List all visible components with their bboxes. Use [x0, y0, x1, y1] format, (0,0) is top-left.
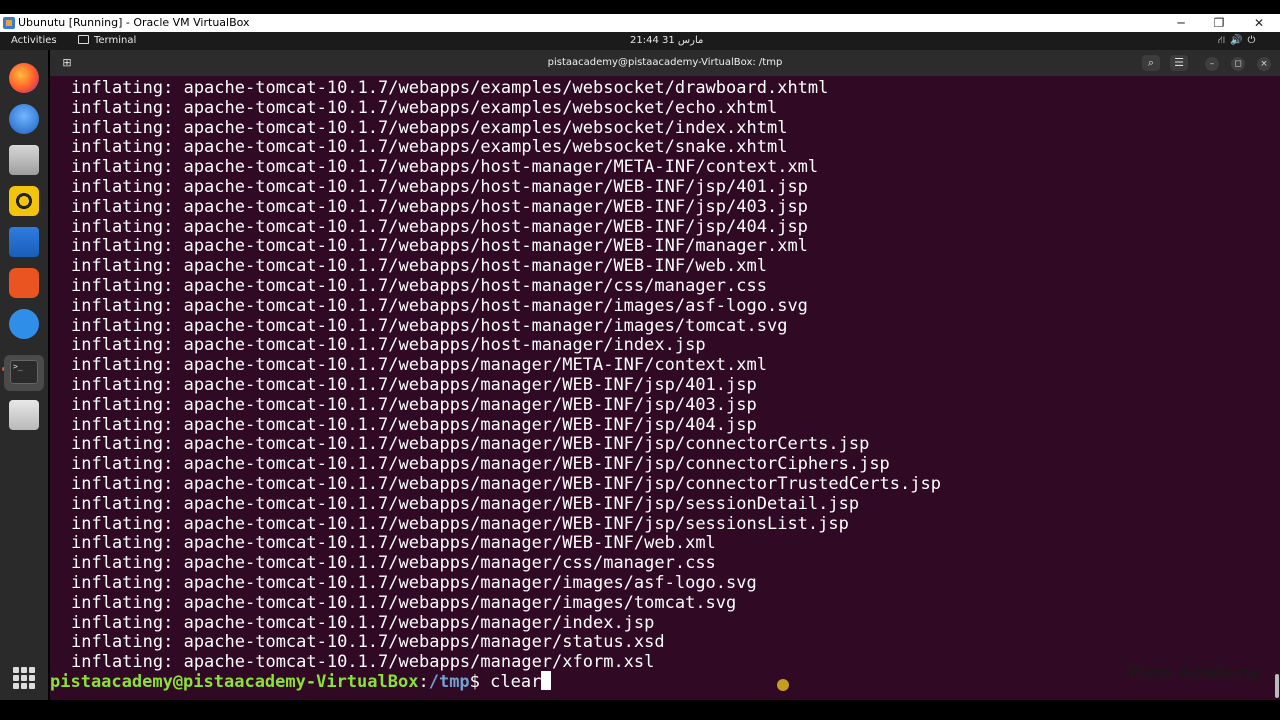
output-line: inflating: apache-tomcat-10.1.7/webapps/…: [71, 236, 808, 257]
prompt-user: pistaacademy@pistaacademy-VirtualBox: [50, 672, 419, 692]
output-line: inflating: apache-tomcat-10.1.7/webapps/…: [71, 414, 757, 435]
scrollbar[interactable]: [1275, 674, 1279, 698]
minimize-icon[interactable]: –: [1205, 57, 1219, 71]
menu-icon[interactable]: ☰: [1170, 55, 1188, 71]
output-line: inflating: apache-tomcat-10.1.7/webapps/…: [71, 315, 788, 336]
terminal-output[interactable]: inflating: apache-tomcat-10.1.7/webapps/…: [50, 76, 1280, 700]
output-line: inflating: apache-tomcat-10.1.7/webapps/…: [71, 592, 737, 613]
output-line: inflating: apache-tomcat-10.1.7/webapps/…: [71, 473, 941, 494]
close-icon[interactable]: ×: [1257, 57, 1271, 71]
mouse-pointer-highlight: [777, 679, 789, 691]
output-line: inflating: apache-tomcat-10.1.7/webapps/…: [71, 493, 860, 514]
output-line: inflating: apache-tomcat-10.1.7/webapps/…: [71, 78, 829, 98]
terminal-headerbar[interactable]: pistaacademy@pistaacademy-VirtualBox: /t…: [50, 50, 1280, 76]
text-cursor: [541, 671, 552, 690]
close-button[interactable]: ✕: [1240, 14, 1278, 32]
output-line: inflating: apache-tomcat-10.1.7/webapps/…: [71, 533, 716, 554]
letterbox-bottom: [0, 700, 1280, 720]
output-line: inflating: apache-tomcat-10.1.7/webapps/…: [71, 612, 655, 633]
watermark: Pista Academy: [1128, 663, 1261, 682]
restore-button[interactable]: ❐: [1200, 14, 1238, 32]
app-center-icon[interactable]: [9, 268, 39, 298]
output-line: inflating: apache-tomcat-10.1.7/webapps/…: [71, 137, 788, 158]
prompt-separator: :: [418, 672, 429, 692]
prompt-path: /tmp: [428, 672, 470, 692]
output-line: inflating: apache-tomcat-10.1.7/webapps/…: [71, 513, 849, 534]
output-line: inflating: apache-tomcat-10.1.7/webapps/…: [71, 454, 890, 475]
letterbox-top: [0, 0, 1280, 14]
ubuntu-top-bar: Activities Terminal مارس 31 21:44 ⛙🔊⏻: [0, 32, 1280, 50]
output-line: inflating: apache-tomcat-10.1.7/webapps/…: [71, 394, 757, 415]
output-line: inflating: apache-tomcat-10.1.7/webapps/…: [71, 572, 757, 593]
minimize-button[interactable]: ─: [1162, 14, 1200, 32]
clock[interactable]: مارس 31 21:44: [630, 32, 703, 50]
app-menu-label: Terminal: [94, 35, 137, 46]
output-line: inflating: apache-tomcat-10.1.7/webapps/…: [71, 295, 808, 316]
maximize-icon[interactable]: ◻: [1231, 57, 1245, 71]
output-line: inflating: apache-tomcat-10.1.7/webapps/…: [71, 434, 870, 455]
thunderbird-icon[interactable]: [9, 104, 39, 134]
output-line: inflating: apache-tomcat-10.1.7/webapps/…: [71, 157, 819, 178]
output-line: inflating: apache-tomcat-10.1.7/webapps/…: [71, 335, 706, 356]
trash-icon[interactable]: [9, 400, 39, 430]
output-line: inflating: apache-tomcat-10.1.7/webapps/…: [71, 216, 808, 237]
output-line: inflating: apache-tomcat-10.1.7/webapps/…: [71, 553, 716, 574]
output-line: inflating: apache-tomcat-10.1.7/webapps/…: [71, 652, 655, 673]
output-line: inflating: apache-tomcat-10.1.7/webapps/…: [71, 355, 767, 376]
output-line: inflating: apache-tomcat-10.1.7/webapps/…: [71, 632, 665, 653]
search-icon[interactable]: ⌕: [1142, 55, 1160, 71]
rhythmbox-icon[interactable]: [9, 186, 39, 216]
terminal-dock-item[interactable]: >_: [4, 355, 44, 391]
window-title: Ubunutu [Running] - Oracle VM VirtualBox: [18, 16, 250, 29]
system-tray[interactable]: ⛙🔊⏻: [1218, 32, 1260, 50]
output-line: inflating: apache-tomcat-10.1.7/webapps/…: [71, 256, 767, 277]
output-lines: inflating: apache-tomcat-10.1.7/webapps/…: [71, 78, 941, 673]
terminal-icon: [78, 35, 89, 44]
terminal-icon: >_: [10, 360, 38, 384]
virtualbox-icon: [3, 17, 15, 29]
help-icon[interactable]: [9, 309, 39, 339]
output-line: inflating: apache-tomcat-10.1.7/webapps/…: [71, 275, 767, 296]
output-line: inflating: apache-tomcat-10.1.7/webapps/…: [71, 196, 808, 217]
output-line: inflating: apache-tomcat-10.1.7/webapps/…: [71, 176, 808, 197]
writer-icon[interactable]: [9, 227, 39, 257]
new-tab-icon[interactable]: ⊞: [58, 55, 76, 71]
show-apps-icon[interactable]: [13, 667, 35, 689]
app-menu-terminal[interactable]: Terminal: [78, 32, 136, 50]
terminal-title: pistaacademy@pistaacademy-VirtualBox: /t…: [547, 57, 783, 68]
output-line: inflating: apache-tomcat-10.1.7/webapps/…: [71, 97, 778, 118]
files-icon[interactable]: [9, 145, 39, 175]
typed-command: clear: [490, 672, 542, 692]
firefox-icon[interactable]: [9, 63, 39, 93]
dock: >_: [0, 50, 48, 700]
prompt-dollar: $: [469, 672, 491, 692]
activities-button[interactable]: Activities: [11, 32, 57, 50]
output-line: inflating: apache-tomcat-10.1.7/webapps/…: [71, 117, 788, 138]
virtualbox-titlebar[interactable]: Ubunutu [Running] - Oracle VM VirtualBox…: [0, 14, 1280, 32]
output-line: inflating: apache-tomcat-10.1.7/webapps/…: [71, 374, 757, 395]
command-prompt[interactable]: pistaacademy@pistaacademy-VirtualBox:/tm…: [50, 671, 552, 693]
